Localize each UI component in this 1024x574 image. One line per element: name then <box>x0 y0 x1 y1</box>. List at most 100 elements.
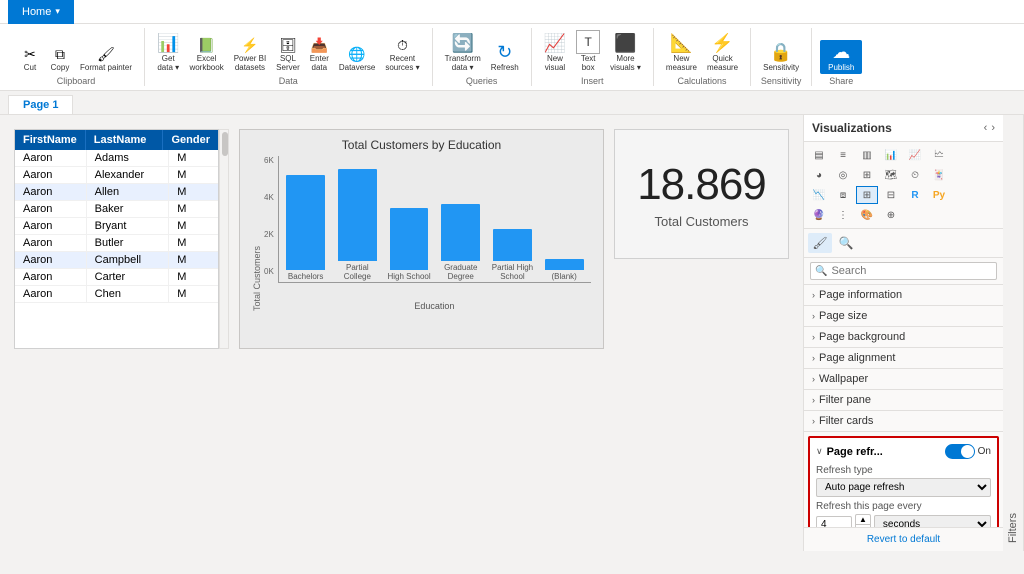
refresh-unit-select[interactable]: seconds <box>874 515 991 527</box>
chevron-right-icon: › <box>812 353 815 363</box>
ribbon: Home ▾ ✂ Cut ⧉ Copy 🖌 Format painter C <box>0 0 1024 91</box>
table-visual: FirstName LastName Gender Aaron Adams M … <box>14 129 219 349</box>
viz-icon-ai[interactable]: 🔮 <box>808 206 830 224</box>
viz-icon-donut[interactable]: ◎ <box>832 166 854 184</box>
viz-icon-pie[interactable]: ◕ <box>808 166 830 184</box>
filter-pane-section[interactable]: › Filter pane <box>804 390 1003 411</box>
canvas-area: FirstName LastName Gender Aaron Adams M … <box>0 115 803 551</box>
refresh-button[interactable]: ↻ Refresh <box>487 40 523 74</box>
viz-icon-decomp[interactable]: ⋮ <box>832 206 854 224</box>
chevron-right-icon: › <box>812 374 815 384</box>
viz-icon-clustered-col[interactable]: 📊 <box>880 146 902 164</box>
page-refresh-toggle[interactable] <box>945 444 975 459</box>
page-alignment-section[interactable]: › Page alignment <box>804 348 1003 369</box>
viz-icon-kpi[interactable]: 📉 <box>808 186 830 204</box>
page-refresh-header[interactable]: ∨ Page refr... <box>816 446 883 458</box>
viz-icon-card[interactable]: 🃏 <box>928 166 950 184</box>
toggle-label: On <box>978 446 991 457</box>
bar-label: (Blank) <box>551 272 576 282</box>
viz-icon-treemap[interactable]: ⊞ <box>856 166 878 184</box>
excel-workbook-button[interactable]: 📗 Excelworkbook <box>185 35 227 74</box>
chevron-right-icon: › <box>812 290 815 300</box>
wallpaper-section[interactable]: › Wallpaper <box>804 369 1003 390</box>
bar[interactable] <box>545 259 584 270</box>
home-tab[interactable]: Home ▾ <box>8 0 74 24</box>
table-scrollbar[interactable] <box>219 129 229 349</box>
filter-cards-section[interactable]: › Filter cards <box>804 411 1003 432</box>
viz-icon-matrix[interactable]: ⊟ <box>880 186 902 204</box>
dataverse-button[interactable]: 🌐 Dataverse <box>335 44 379 74</box>
text-box-button[interactable]: T Textbox <box>572 28 604 74</box>
transform-data-button[interactable]: 🔄 Transformdata ▾ <box>441 31 485 74</box>
viz-icon-stacked-col[interactable]: ▥ <box>856 146 878 164</box>
page-info-section[interactable]: › Page information <box>804 285 1003 306</box>
viz-icon-table[interactable]: ⊞ <box>856 186 878 204</box>
get-data-button[interactable]: 📊 Getdata ▾ <box>153 31 183 74</box>
viz-icon-clustered-bar[interactable]: ≡ <box>832 146 854 164</box>
search-icon: 🔍 <box>815 266 827 277</box>
kpi-value: 18.869 <box>637 160 766 210</box>
viz-icon-r-visual[interactable]: R <box>904 186 926 204</box>
viz-icon-stacked-bar[interactable]: ▤ <box>808 146 830 164</box>
viz-icon-slicer[interactable]: ⧈ <box>832 186 854 204</box>
format-icon[interactable]: 🖌 <box>808 233 832 253</box>
y-tick: 6K <box>264 156 274 165</box>
viz-search-input[interactable] <box>831 265 992 277</box>
page-tab[interactable]: Page 1 <box>8 95 73 114</box>
panel-back-icon[interactable]: ‹ <box>984 122 988 134</box>
copy-button[interactable]: ⧉ Copy <box>46 44 74 74</box>
col-header-gender: Gender <box>163 130 218 150</box>
viz-icon-py-visual[interactable]: Py <box>928 186 950 204</box>
refresh-type-label: Refresh type <box>816 465 991 476</box>
cut-button[interactable]: ✂ Cut <box>16 44 44 74</box>
viz-icon-map[interactable]: 🗺 <box>880 166 902 184</box>
enter-data-button[interactable]: 📥 Enterdata <box>306 35 333 74</box>
chevron-right-icon: › <box>812 311 815 321</box>
filters-sidebar[interactable]: Filters <box>1003 115 1024 551</box>
bar-group: Graduate Degree <box>438 204 484 282</box>
sensitivity-group: 🔒 Sensitivity Sensitivity <box>751 28 812 86</box>
bars-container: BachelorsPartial CollegeHigh SchoolGradu… <box>278 156 591 283</box>
x-axis-label: Education <box>278 301 591 311</box>
bar[interactable] <box>493 229 532 261</box>
new-measure-button[interactable]: 📐 Newmeasure <box>662 31 701 74</box>
quick-measure-button[interactable]: ⚡ Quickmeasure <box>703 31 742 74</box>
analytics-icon[interactable]: 🔍 <box>834 233 858 253</box>
refresh-interval-input[interactable] <box>816 516 852 527</box>
chevron-right-icon: › <box>812 332 815 342</box>
refresh-type-select[interactable]: Auto page refresh <box>816 478 991 497</box>
kpi-label: Total Customers <box>655 214 749 229</box>
bar-label: High School <box>387 272 430 282</box>
refresh-interval-stepper[interactable]: ▲ ▼ <box>855 514 871 527</box>
new-visual-button[interactable]: 📈 Newvisual <box>540 31 570 74</box>
sensitivity-button[interactable]: 🔒 Sensitivity <box>759 40 803 74</box>
format-painter-button[interactable]: 🖌 Format painter <box>76 44 136 74</box>
chart-visual: Total Customers by Education Total Custo… <box>239 129 604 349</box>
page-background-section[interactable]: › Page background <box>804 327 1003 348</box>
publish-button[interactable]: ☁ Publish <box>820 40 862 74</box>
revert-default-button[interactable]: Revert to default <box>804 527 1003 551</box>
sql-server-button[interactable]: 🗄 SQLServer <box>272 35 304 74</box>
table-row: Aaron Carter M <box>15 269 218 286</box>
page-refresh-panel: ∨ Page refr... On Refresh type <box>808 436 999 527</box>
table-row: Aaron Bryant M <box>15 218 218 235</box>
chart-title: Total Customers by Education <box>252 138 591 152</box>
viz-icon-format[interactable]: 🎨 <box>856 206 878 224</box>
panel-forward-icon[interactable]: › <box>991 122 995 134</box>
viz-icon-area[interactable]: 🗠 <box>928 146 950 164</box>
more-visuals-button[interactable]: ⬛ Morevisuals ▾ <box>606 31 645 74</box>
viz-icon-more[interactable]: ⊕ <box>880 206 902 224</box>
bar[interactable] <box>338 169 377 261</box>
bar-group: High School <box>386 208 432 282</box>
bar-group: (Blank) <box>541 259 587 282</box>
power-bi-datasets-button[interactable]: ⚡ Power BIdatasets <box>230 35 270 74</box>
chevron-down-icon: ∨ <box>816 446 823 457</box>
recent-sources-button[interactable]: ⏱ Recentsources ▾ <box>381 35 423 74</box>
bar[interactable] <box>390 208 429 270</box>
queries-group: 🔄 Transformdata ▾ ↻ Refresh Queries <box>433 28 532 86</box>
bar[interactable] <box>441 204 480 261</box>
page-size-section[interactable]: › Page size <box>804 306 1003 327</box>
viz-icon-line[interactable]: 📈 <box>904 146 926 164</box>
viz-icon-gauge[interactable]: ⏲ <box>904 166 926 184</box>
bar[interactable] <box>286 175 325 270</box>
